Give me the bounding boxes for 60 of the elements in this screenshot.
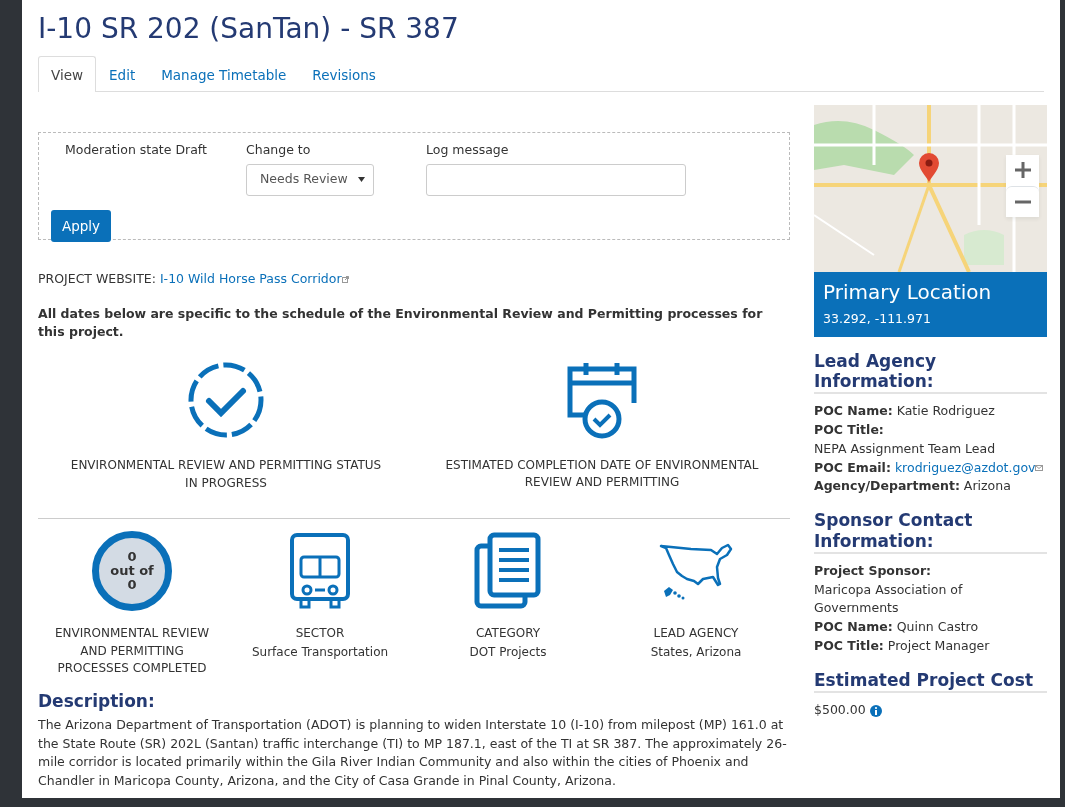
tab[interactable]: Manage Timetable — [148, 55, 300, 92]
location-title: Primary Location — [823, 279, 993, 304]
fact-value: DOT Projects — [469, 643, 547, 661]
field-label: POC Email: — [814, 459, 891, 475]
field-label: POC Name: — [814, 619, 893, 635]
info-icon[interactable] — [869, 704, 882, 717]
fact-label: SECTOR — [295, 625, 345, 643]
tab[interactable]: Edit — [96, 55, 149, 92]
truck-icon — [289, 532, 351, 611]
page-title: I-10 SR 202 (SanTan) - SR 387 — [38, 12, 460, 46]
counter-text: 0 — [127, 549, 137, 565]
field-label: POC Title: — [814, 637, 884, 653]
field-label: Project Sponsor: — [814, 562, 932, 578]
counter-text: out of — [110, 564, 154, 579]
description-text: The Arizona Department of Transportation (ADOT) is planning to widen Interstate 10 (I-10) from milepost (MP) 161.0 at the State Route (SR) 202L (Santan) traffic interchange (TI) to MP 187.1, east of the TI at SR 387. The approximately 26-mile corridor is located primarily within the Gila River Indian Community and also within the cities of Phoenix and Chandler in Maricopa County, Arizona, and the City of Casa Grande in Pinal County, Arizona. — [38, 715, 788, 791]
field-label: Agency/Department: — [814, 478, 960, 494]
field-value: NEPA Assignment Team Lead — [814, 439, 997, 458]
field-value: Quinn Castro — [896, 619, 979, 635]
calendar-check-icon — [567, 360, 637, 439]
coordinates: 33.292, -111.971 — [823, 309, 932, 328]
fact-value: Surface Transportation — [251, 643, 389, 661]
email-link[interactable]: krodriguez@azdot.gov — [894, 459, 1036, 475]
field-value: $500.00 — [814, 702, 866, 718]
section-heading: Lead Agency Information: — [814, 350, 1047, 395]
field-value: Project Manager — [887, 637, 990, 653]
state-dropdown[interactable]: Needs Review — [246, 163, 374, 196]
field-value: Maricopa Association of Governments — [814, 580, 964, 618]
caret-icon — [358, 177, 365, 183]
log-message-field[interactable] — [426, 163, 686, 196]
minus-icon — [1014, 199, 1031, 204]
counter-text: 0 — [127, 578, 137, 593]
field-value: Arizona — [963, 478, 1011, 494]
fact-label: ENVIRONMENTAL REVIEW AND PERMITTING PROCESSES COMPLETED — [53, 625, 211, 677]
fact-label: CATEGORY — [475, 625, 541, 643]
status-value: IN PROGRESS — [185, 475, 267, 493]
apply-button[interactable]: Apply — [51, 209, 112, 242]
plus-icon — [1014, 162, 1031, 179]
section-heading: Sponsor Contact Information: — [814, 510, 1047, 554]
field-value: Katie Rodriguez — [896, 403, 995, 419]
field-label: Change to — [246, 140, 312, 159]
moderation-state-label: Moderation state Draft — [65, 141, 207, 157]
tab[interactable]: Revisions — [299, 55, 389, 92]
section-heading: Estimated Project Cost — [814, 669, 1047, 694]
website-label: PROJECT WEBSITE: — [38, 270, 157, 286]
envelope-icon — [1035, 465, 1044, 472]
field-label: POC Name: — [814, 403, 893, 419]
documents-icon — [474, 532, 542, 611]
tab[interactable]: View — [38, 55, 97, 92]
fact-value: States, Arizona — [650, 643, 742, 661]
check-circle-icon — [187, 360, 265, 439]
fact-label: LEAD AGENCY — [653, 625, 739, 643]
country-map-icon — [658, 541, 734, 602]
external-link-icon — [341, 275, 349, 283]
dates-note: All dates below are specific to the schedule of the Environmental Review and Permitting processes for this project. — [38, 304, 764, 341]
field-label: POC Title: — [814, 422, 884, 438]
description-heading: Description: — [38, 691, 156, 713]
website-link[interactable]: I-10 Wild Horse Pass Corridor — [159, 270, 342, 286]
status-label: ESTIMATED COMPLETION DATE OF ENVIRONMENTAL REVIEW AND PERMITTING — [444, 456, 760, 492]
status-label: ENVIRONMENTAL REVIEW AND PERMITTING STATUS — [70, 456, 382, 474]
field-label: Log message — [426, 140, 510, 159]
